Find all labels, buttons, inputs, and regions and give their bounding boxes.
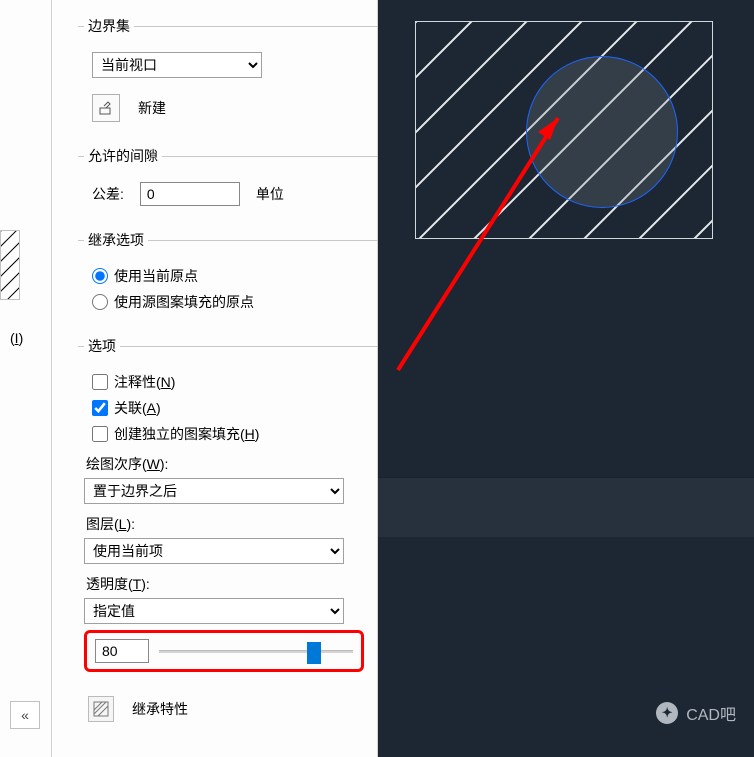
boundary-set-group: 边界集 当前视口 新建 bbox=[78, 16, 378, 134]
wechat-icon: ✦ bbox=[656, 702, 678, 724]
draw-order-label: 绘图次序(W): bbox=[86, 454, 372, 474]
layer-label: 图层(L): bbox=[86, 514, 372, 534]
checkbox-independent[interactable]: 创建独立的图案填充(H) bbox=[92, 424, 372, 444]
watermark: ✦ CAD吧 bbox=[656, 701, 736, 725]
viewport-select[interactable]: 当前视口 bbox=[92, 52, 262, 78]
draw-order-select[interactable]: 置于边界之后 bbox=[84, 478, 344, 504]
drawing-viewport[interactable]: ✦ CAD吧 bbox=[378, 0, 754, 757]
hatch-rectangle bbox=[416, 22, 712, 238]
transparency-label: 透明度(T): bbox=[86, 574, 372, 594]
boundary-set-legend: 边界集 bbox=[84, 16, 134, 36]
tolerance-label: 公差: bbox=[92, 184, 124, 204]
layer-select[interactable]: 使用当前项 bbox=[84, 538, 344, 564]
checkbox-associative[interactable]: 关联(A) bbox=[92, 398, 372, 418]
tolerance-input[interactable] bbox=[140, 182, 240, 206]
radio-source-origin-input[interactable] bbox=[92, 294, 108, 310]
checkbox-annotative[interactable]: 注释性(N) bbox=[92, 372, 372, 392]
radio-use-source-origin[interactable]: 使用源图案填充的原点 bbox=[92, 292, 372, 312]
transparency-slider[interactable] bbox=[159, 642, 353, 660]
transparency-mode-select[interactable]: 指定值 bbox=[84, 598, 344, 624]
pick-icon bbox=[98, 100, 114, 116]
strip-label: (I) bbox=[10, 330, 23, 346]
collapse-button[interactable]: « bbox=[10, 701, 40, 729]
hatch-circle bbox=[526, 56, 678, 208]
radio-use-current-origin[interactable]: 使用当前原点 bbox=[92, 266, 372, 286]
radio-source-origin-label: 使用源图案填充的原点 bbox=[114, 292, 254, 312]
inherit-options-legend: 继承选项 bbox=[84, 230, 148, 250]
slider-track bbox=[159, 650, 353, 653]
new-button-label[interactable]: 新建 bbox=[138, 98, 166, 118]
checkbox-associative-input[interactable] bbox=[92, 400, 108, 416]
watermark-text: CAD吧 bbox=[686, 701, 736, 725]
inherit-properties-label[interactable]: 继承特性 bbox=[132, 699, 188, 719]
inherit-properties-icon-button[interactable] bbox=[88, 696, 114, 722]
transparency-highlight bbox=[84, 630, 364, 672]
gap-tolerance-legend: 允许的间隙 bbox=[84, 146, 162, 166]
radio-current-origin-label: 使用当前原点 bbox=[114, 266, 198, 286]
options-group: 选项 注释性(N) 关联(A) 创建独立的图案填充(H) 绘图次序(W): 置于… bbox=[78, 336, 378, 678]
options-legend: 选项 bbox=[84, 336, 120, 356]
transparency-value-input[interactable] bbox=[95, 639, 149, 663]
checkbox-associative-label: 关联(A) bbox=[114, 398, 161, 418]
gap-tolerance-group: 允许的间隙 公差: 单位 bbox=[78, 146, 378, 218]
checkbox-independent-label: 创建独立的图案填充(H) bbox=[114, 424, 259, 444]
inherit-options-group: 继承选项 使用当前原点 使用源图案填充的原点 bbox=[78, 230, 378, 324]
slider-thumb[interactable] bbox=[307, 642, 321, 664]
hatch-swatch-icon bbox=[0, 230, 20, 300]
checkbox-independent-input[interactable] bbox=[92, 426, 108, 442]
tolerance-unit: 单位 bbox=[256, 184, 284, 204]
checkbox-annotative-input[interactable] bbox=[92, 374, 108, 390]
inherit-icon bbox=[92, 700, 110, 718]
new-boundary-icon-button[interactable] bbox=[92, 94, 120, 122]
checkbox-annotative-label: 注释性(N) bbox=[114, 372, 175, 392]
radio-current-origin-input[interactable] bbox=[92, 268, 108, 284]
